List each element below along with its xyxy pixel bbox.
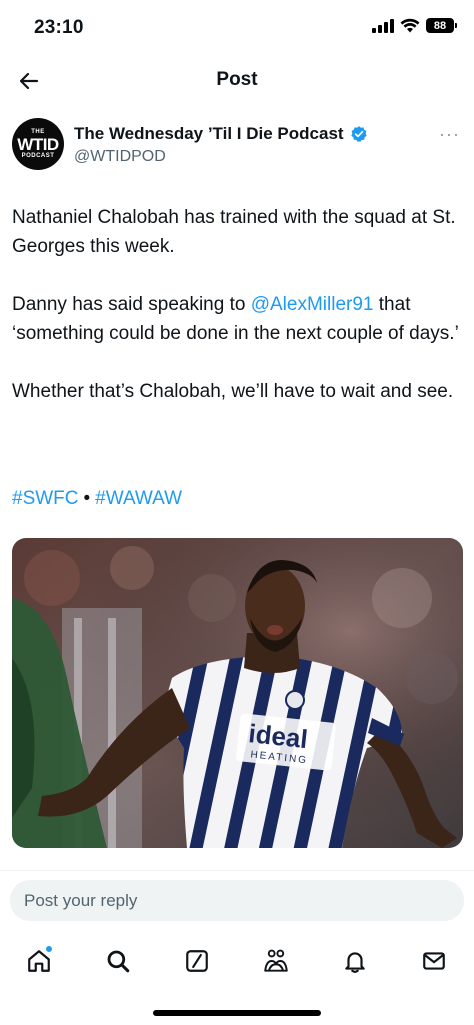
wifi-icon xyxy=(400,18,420,33)
status-bar: 23:10 88 xyxy=(0,0,474,56)
reply-input[interactable]: Post your reply xyxy=(10,880,464,921)
verified-badge-icon xyxy=(350,126,367,142)
page-title: Post xyxy=(216,69,258,90)
hashtag-link[interactable]: #WAWAW xyxy=(95,488,182,509)
nav-notifications[interactable] xyxy=(338,944,372,978)
search-icon xyxy=(107,950,130,973)
notification-dot xyxy=(45,945,53,953)
battery-level: 88 xyxy=(433,19,447,32)
mention-link[interactable]: @AlexMiller91 xyxy=(251,294,374,315)
status-icons: 88 xyxy=(372,18,457,33)
hashtags: #SWFC • #WAWAW xyxy=(12,484,182,513)
nav-communities[interactable] xyxy=(259,944,293,978)
post-paragraph: Nathaniel Chalobah has trained with the … xyxy=(12,207,456,257)
nav-search[interactable] xyxy=(101,944,135,978)
status-time: 23:10 xyxy=(34,17,84,38)
post-paragraph: Danny has said speaking to @AlexMiller91… xyxy=(12,290,462,348)
messages-icon xyxy=(423,952,445,970)
kit-sponsor-text: ideal xyxy=(247,718,309,754)
grok-icon xyxy=(186,950,208,972)
battery-icon: 88 xyxy=(426,18,457,33)
nav-messages[interactable] xyxy=(417,944,451,978)
bottom-nav xyxy=(0,936,474,986)
author-handle[interactable]: @WTIDPOD xyxy=(74,148,166,166)
notifications-icon xyxy=(345,952,365,973)
post-media-image[interactable]: ideal HEATING xyxy=(12,538,463,848)
post-header: Post xyxy=(0,56,474,106)
footballer-photo: ideal HEATING xyxy=(12,538,463,848)
author-name[interactable]: The Wednesday ’Til I Die Podcast xyxy=(74,124,344,144)
avatar-logo-bottom: PODCAST xyxy=(21,152,55,159)
home-indicator xyxy=(153,1010,321,1016)
author-name-row: The Wednesday ’Til I Die Podcast xyxy=(74,124,368,144)
post-paragraph: Whether that’s Chalobah, we’ll have to w… xyxy=(12,381,454,402)
signal-icon xyxy=(372,18,394,33)
post-author: THE WTID PODCAST The Wednesday ’Til I Di… xyxy=(12,118,464,178)
more-horizontal-icon[interactable]: ··· xyxy=(439,124,460,145)
hashtag-separator: • xyxy=(83,488,91,509)
divider xyxy=(0,870,474,871)
nav-grok[interactable] xyxy=(180,944,214,978)
post-text: Nathaniel Chalobah has trained with the … xyxy=(12,203,462,435)
communities-icon xyxy=(264,949,288,972)
avatar-logo-main: WTID xyxy=(17,134,59,154)
post-text-segment: Danny has said speaking to xyxy=(12,294,251,315)
nav-home[interactable] xyxy=(22,944,56,978)
avatar[interactable]: THE WTID PODCAST xyxy=(12,118,64,170)
hashtag-link[interactable]: #SWFC xyxy=(12,488,79,509)
